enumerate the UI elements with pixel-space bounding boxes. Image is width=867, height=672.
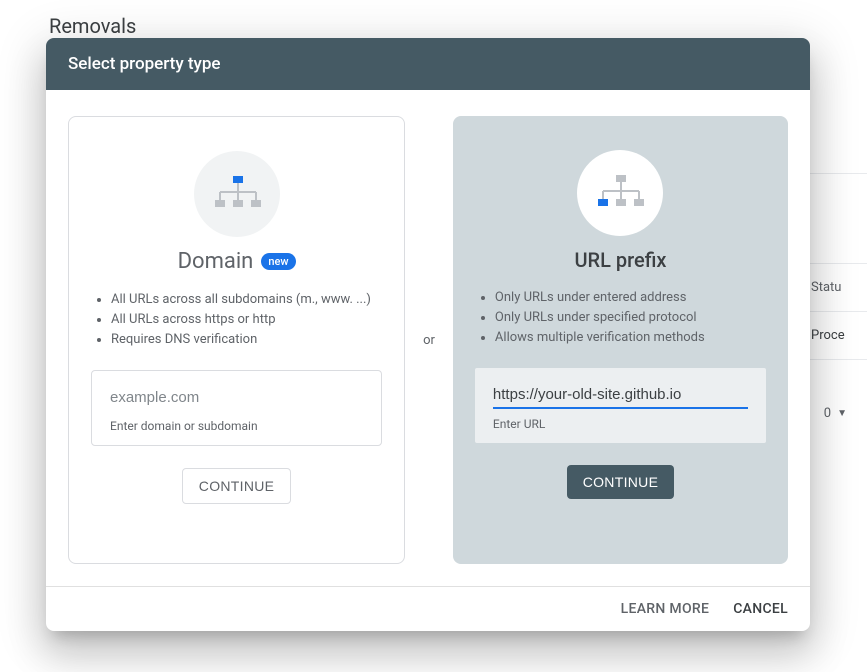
- select-property-modal: Select property type Domain new: [46, 38, 810, 631]
- modal-title: Select property type: [46, 38, 810, 90]
- url-bullets: Only URLs under entered address Only URL…: [475, 288, 766, 348]
- chevron-down-icon: ▼: [837, 408, 847, 419]
- list-item: Only URLs under specified protocol: [495, 308, 766, 328]
- url-input-helper: Enter URL: [493, 417, 748, 431]
- table-row: Proce: [807, 312, 867, 360]
- modal-footer: LEARN MORE CANCEL: [46, 586, 810, 631]
- continue-button-url[interactable]: CONTINUE: [567, 465, 675, 499]
- continue-button-domain[interactable]: CONTINUE: [182, 468, 292, 504]
- learn-more-button[interactable]: LEARN MORE: [621, 601, 710, 617]
- background-table-fragment: Statu Proce: [807, 38, 867, 360]
- table-header-status: Statu: [807, 264, 867, 312]
- page-title: Removals: [49, 14, 136, 38]
- list-item: Allows multiple verification methods: [495, 328, 766, 348]
- list-item: Requires DNS verification: [111, 330, 382, 350]
- card-title-domain: Domain: [178, 249, 254, 274]
- url-input-container: Enter URL: [475, 368, 766, 443]
- new-badge: new: [261, 253, 295, 270]
- domain-hierarchy-icon: [194, 151, 280, 237]
- rows-per-page[interactable]: 0 ▼: [824, 406, 847, 421]
- url-input[interactable]: [493, 382, 748, 409]
- card-title-url-prefix: URL prefix: [574, 248, 666, 272]
- url-hierarchy-icon: [577, 150, 663, 236]
- modal-body: Domain new All URLs across all subdomain…: [46, 90, 810, 586]
- or-divider: or: [421, 333, 437, 348]
- property-card-url-prefix[interactable]: URL prefix Only URLs under entered addre…: [453, 116, 788, 564]
- domain-input-helper: Enter domain or subdomain: [110, 419, 363, 433]
- domain-bullets: All URLs across all subdomains (m., www.…: [91, 290, 382, 350]
- list-item: All URLs across all subdomains (m., www.…: [111, 290, 382, 310]
- domain-input-container: Enter domain or subdomain: [91, 370, 382, 446]
- list-item: Only URLs under entered address: [495, 288, 766, 308]
- rows-number: 0: [824, 406, 831, 421]
- cancel-button[interactable]: CANCEL: [733, 601, 788, 617]
- list-item: All URLs across https or http: [111, 310, 382, 330]
- property-card-domain[interactable]: Domain new All URLs across all subdomain…: [68, 116, 405, 564]
- domain-input[interactable]: [110, 385, 363, 411]
